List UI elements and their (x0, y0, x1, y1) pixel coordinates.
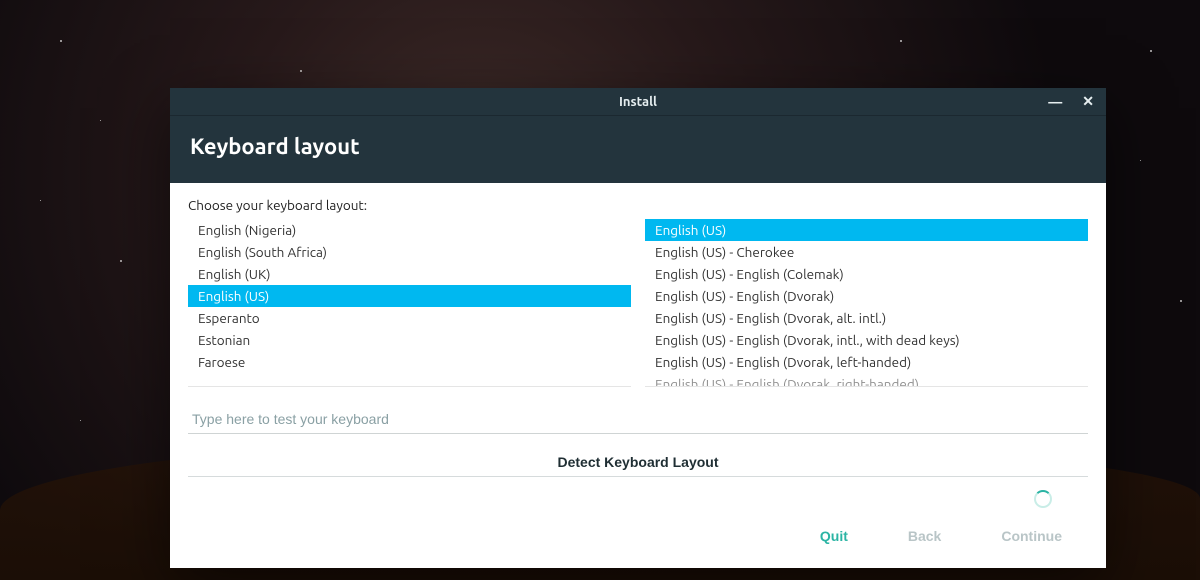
quit-button[interactable]: Quit (820, 528, 848, 544)
loading-spinner-icon (1034, 490, 1052, 508)
list-item[interactable]: English (UK) (188, 263, 631, 285)
content-area: Choose your keyboard layout: English (Ni… (170, 183, 1106, 568)
list-item[interactable]: Faroese (188, 351, 631, 373)
minimize-icon[interactable]: — (1042, 90, 1068, 114)
close-icon[interactable]: ✕ (1076, 89, 1100, 114)
list-item[interactable]: English (US) - Cherokee (645, 241, 1088, 263)
list-item[interactable]: English (South Africa) (188, 241, 631, 263)
variant-listbox[interactable]: English (US) English (US) - Cherokee Eng… (645, 219, 1088, 387)
continue-button: Continue (1001, 528, 1062, 544)
keyboard-test-input[interactable] (188, 405, 1088, 434)
list-item[interactable]: English (US) (645, 219, 1088, 241)
back-button: Back (908, 528, 941, 544)
header-band: Keyboard layout (170, 116, 1106, 183)
window-title: Install (619, 95, 657, 109)
page-title: Keyboard layout (190, 134, 1086, 159)
layout-listbox[interactable]: English (Nigeria) English (South Africa)… (188, 219, 631, 387)
list-item[interactable]: English (US) - English (Dvorak) (645, 285, 1088, 307)
list-item[interactable]: English (US) - English (Dvorak, intl., w… (645, 329, 1088, 351)
list-item[interactable]: Estonian (188, 329, 631, 351)
window-controls: — ✕ (1042, 88, 1100, 115)
list-item[interactable]: English (US) - English (Colemak) (645, 263, 1088, 285)
list-item[interactable]: English (US) - English (Dvorak, alt. int… (645, 307, 1088, 329)
list-item[interactable]: English (US) - English (Dvorak, right-ha… (645, 373, 1088, 387)
list-item[interactable]: English (Nigeria) (188, 219, 631, 241)
installer-window: Install — ✕ Keyboard layout Choose your … (170, 88, 1106, 568)
layout-lists: English (Nigeria) English (South Africa)… (188, 219, 1088, 387)
keyboard-test-field (188, 405, 1088, 434)
list-item[interactable]: English (US) - English (Dvorak, left-han… (645, 351, 1088, 373)
footer-actions: Quit Back Continue (188, 516, 1088, 558)
list-item[interactable]: English (US) (188, 285, 631, 307)
prompt-label: Choose your keyboard layout: (188, 197, 1088, 213)
list-item[interactable]: Esperanto (188, 307, 631, 329)
titlebar[interactable]: Install — ✕ (170, 88, 1106, 116)
detect-keyboard-button[interactable]: Detect Keyboard Layout (188, 448, 1088, 477)
